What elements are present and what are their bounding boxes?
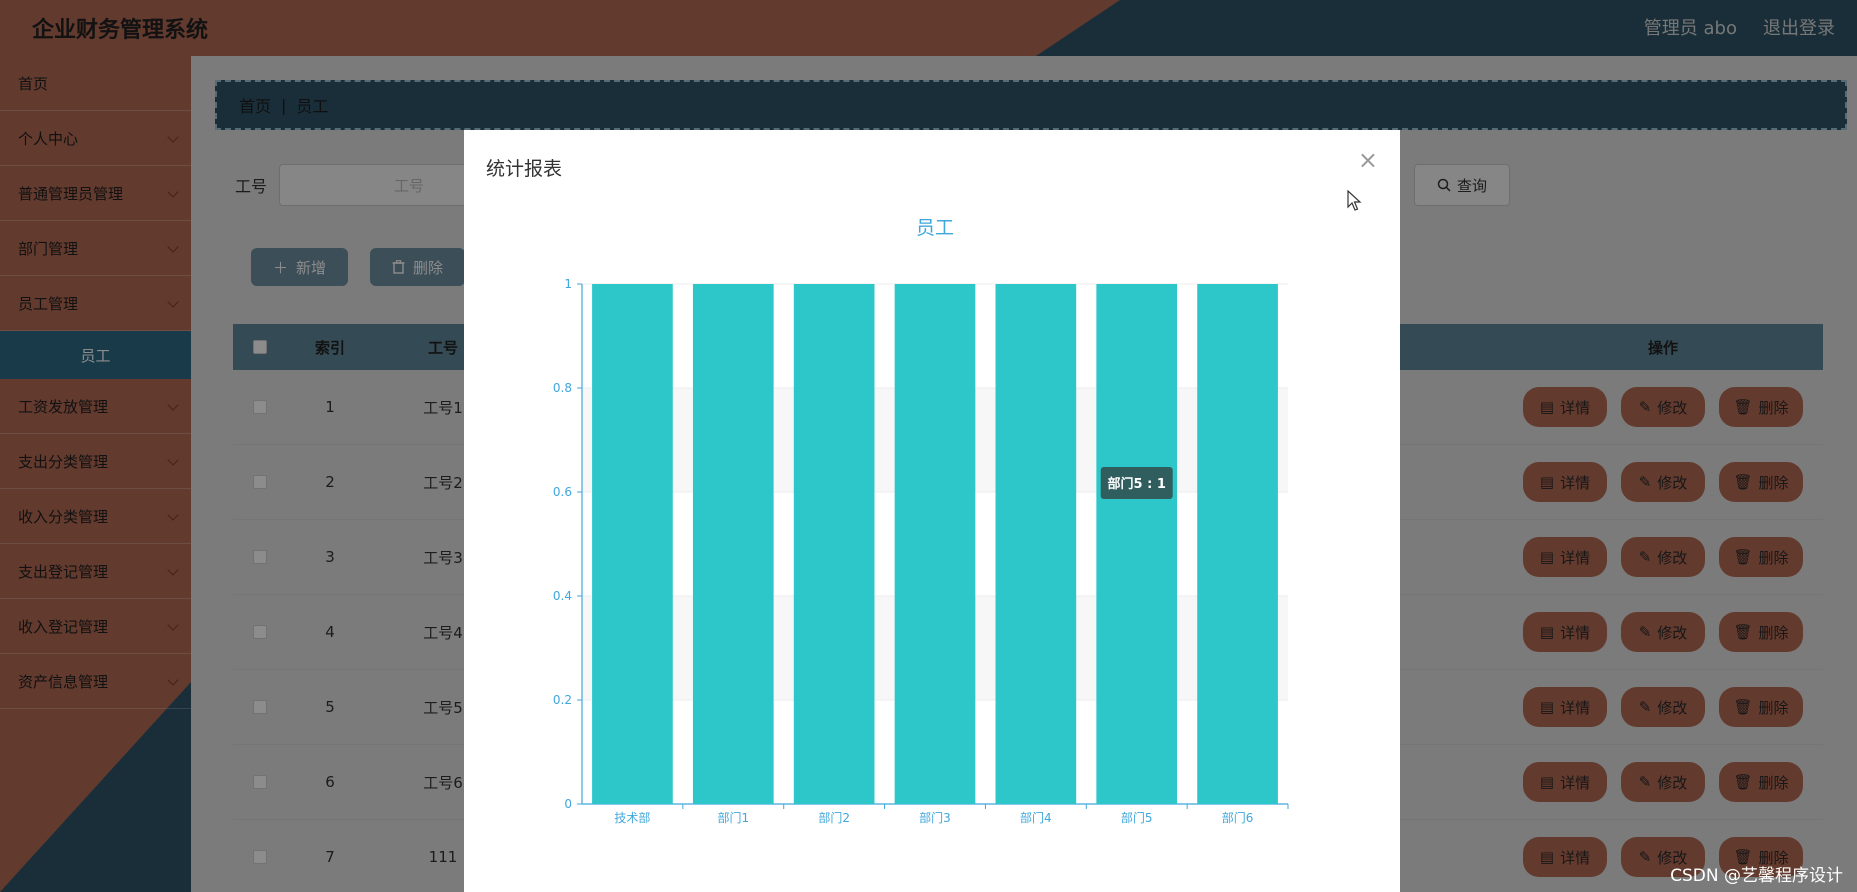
x-tick-label: 部门3 [919,810,951,825]
mouse-cursor-icon [1347,190,1362,211]
x-tick-label: 部门5 [1121,810,1153,825]
chart-title: 员工 [916,217,954,239]
watermark: CSDN @艺馨程序设计 [1670,866,1843,886]
modal-title: 统计报表 [486,158,563,180]
close-icon[interactable]: × [1358,146,1378,174]
x-tick-label: 部门4 [1020,810,1052,825]
y-tick-label: 0.4 [553,589,572,603]
y-tick-label: 0.6 [553,485,572,499]
y-tick-label: 0.8 [553,381,572,395]
x-tick-label: 部门2 [818,810,850,825]
bar-6[interactable] [1197,284,1278,804]
x-tick-label: 部门1 [717,810,749,825]
x-tick-label: 技术部 [614,810,650,825]
bar-3[interactable] [894,284,976,804]
x-tick-label: 部门6 [1222,810,1254,825]
y-tick-label: 0.2 [553,693,572,707]
chart-tooltip-text: 部门5 : 1 [1108,476,1166,492]
report-modal: 统计报表 × 员工 0 0.2 0.4 0.6 0.8 1 技术部 部门1 部门2 部门3 部门4 部门… [464,130,1400,892]
bar-5[interactable] [1096,284,1178,804]
bar-1[interactable] [692,284,774,804]
y-tick-label: 0 [564,797,572,811]
bar-chart: 员工 0 0.2 0.4 0.6 0.8 1 技术部 部门1 部门2 部门3 部门4 部门5 部门6 部门5… [553,217,1289,825]
bar-2[interactable] [793,284,875,804]
bar-0[interactable] [592,284,673,804]
y-tick-label: 1 [564,277,572,291]
bar-4[interactable] [995,284,1077,804]
